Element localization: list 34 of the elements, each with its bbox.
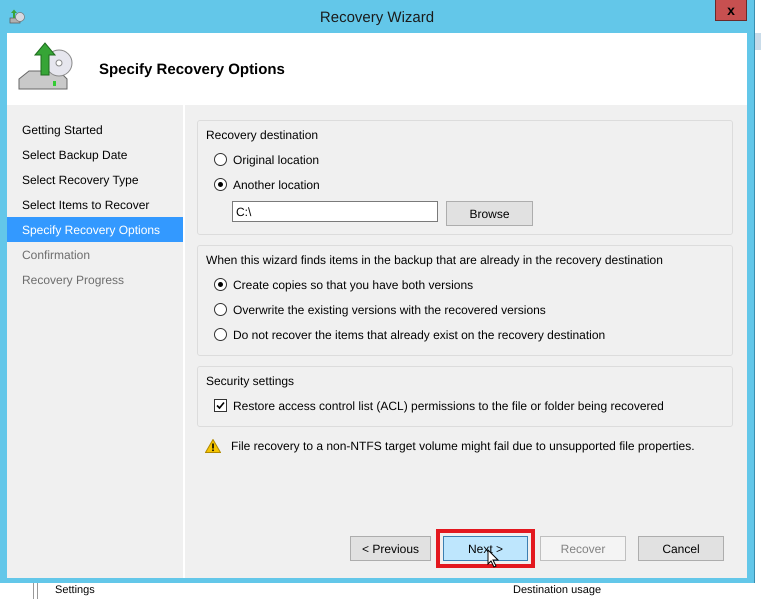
close-button[interactable]: x	[715, 0, 747, 21]
radio-option[interactable]: Overwrite the existing versions with the recovered versions	[206, 297, 724, 322]
wizard-step: Recovery Progress	[7, 267, 183, 292]
radio-option[interactable]: Original location	[206, 147, 724, 172]
radio-option[interactable]: Another location	[206, 172, 724, 197]
app-icon	[9, 9, 25, 25]
checkbox[interactable]	[214, 399, 227, 412]
browse-button[interactable]: Browse	[446, 201, 533, 226]
wizard-step: Select Recovery Type	[7, 167, 183, 192]
warning-icon	[205, 439, 221, 453]
wizard-button[interactable]: Cancel	[638, 536, 724, 561]
wizard-step: Specify Recovery Options	[7, 217, 183, 242]
wizard-step: Confirmation	[7, 242, 183, 267]
radio-button[interactable]	[214, 328, 227, 341]
page-title: Specify Recovery Options	[99, 60, 285, 78]
wizard-button[interactable]: Next >	[443, 536, 528, 561]
group-title: Security settings	[206, 374, 296, 388]
column-header	[755, 33, 761, 50]
warning-text: File recovery to a non-NTFS target volume might fail due to unsupported file properties.	[231, 439, 695, 453]
group-title: Recovery destination	[206, 128, 320, 142]
radio-option[interactable]: Create copies so that you have both versions	[206, 272, 724, 297]
radio-option[interactable]: Do not recover the items that already exist on the recovery destination	[206, 322, 724, 347]
checkbox-option[interactable]: Restore access control list (ACL) permissions to the file or folder being recovered	[206, 393, 724, 418]
group-title: When this wizard finds items in the backup that are already in the recovery destination	[206, 253, 664, 267]
wizard-button[interactable]: < Previous	[350, 536, 431, 561]
radio-button[interactable]	[214, 278, 227, 291]
wizard-step: Select Items to Recover	[7, 192, 183, 217]
radio-button[interactable]	[214, 178, 227, 191]
path-field[interactable]: C:\	[232, 201, 438, 222]
window-title: Recovery Wizard	[320, 8, 434, 26]
wizard-step: Select Backup Date	[7, 142, 183, 167]
radio-button[interactable]	[214, 153, 227, 166]
wizard-step: Getting Started	[7, 117, 183, 142]
radio-button[interactable]	[214, 303, 227, 316]
